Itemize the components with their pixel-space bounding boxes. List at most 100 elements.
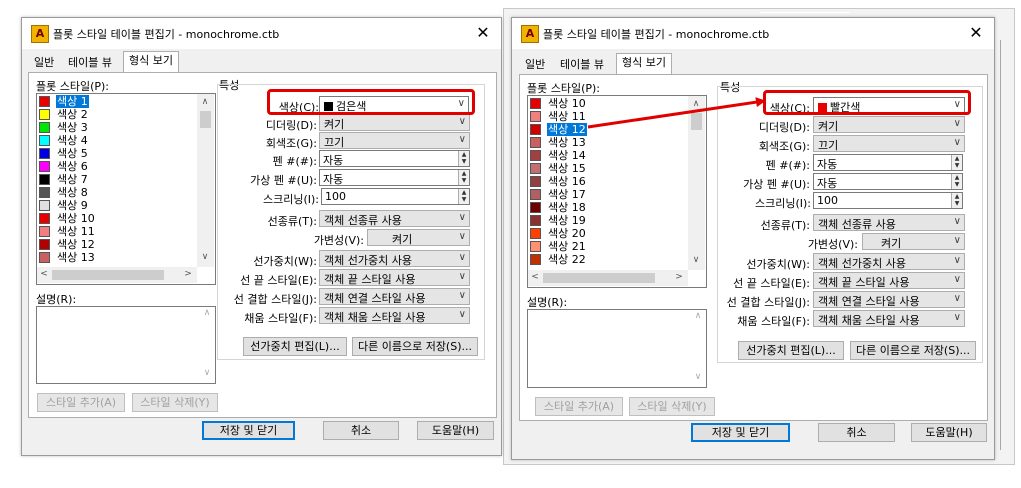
virtual-pen-spinner[interactable]: 자동 ▲ ▼	[813, 173, 963, 190]
horizontal-scrollbar[interactable]: < >	[37, 267, 197, 283]
join-style-select[interactable]: 객체 연결 스타일 사용 ∨	[813, 291, 965, 308]
delete-style-button[interactable]: 스타일 삭제(Y)	[132, 393, 218, 412]
dither-select[interactable]: 켜기 ∨	[813, 116, 965, 133]
tab-form-view[interactable]: 형식 보기	[616, 53, 672, 75]
horizontal-scrollbar[interactable]: < >	[528, 270, 688, 286]
add-style-button[interactable]: 스타일 추가(A)	[535, 397, 623, 416]
list-item-label: 색상 12	[547, 123, 587, 136]
pen-number-spinner[interactable]: 자동 ▲ ▼	[813, 154, 963, 171]
save-as-button[interactable]: 다른 이름으로 저장(S)...	[850, 341, 976, 360]
join-style-select[interactable]: 객체 연결 스타일 사용 ∨	[319, 288, 470, 305]
scroll-thumb[interactable]	[691, 113, 702, 130]
join-style-value: 객체 연결 스타일 사용	[324, 292, 426, 305]
cancel-button[interactable]: 취소	[323, 421, 399, 440]
lineweight-select[interactable]: 객체 선가중치 사용 ∨	[319, 250, 470, 267]
color-swatch	[39, 96, 50, 107]
list-item-label: 색상 4	[57, 134, 88, 147]
close-button[interactable]: ✕	[473, 23, 493, 43]
help-button[interactable]: 도움말(H)	[417, 421, 494, 440]
spinner-arrows-icon[interactable]: ▲ ▼	[951, 155, 962, 170]
tab-general[interactable]: 일반	[29, 54, 59, 72]
color-swatch	[39, 213, 50, 224]
help-button[interactable]: 도움말(H)	[911, 423, 987, 442]
linetype-select[interactable]: 객체 선종류 사용 ∨	[319, 210, 470, 227]
vertical-scrollbar[interactable]: ∧ ∨	[197, 94, 214, 267]
list-item-label: 색상 6	[57, 160, 88, 173]
list-item-label: 색상 8	[57, 186, 88, 199]
list-item-label: 색상 10	[548, 97, 586, 110]
plot-styles-list[interactable]: 색상 1 색상 2 색상 3 색상 4 색상 5 색상 6 색상 7 색상 8 색상 9 색상 1…	[36, 93, 216, 285]
scroll-down-arrow[interactable]: ∨	[689, 255, 703, 265]
dither-select[interactable]: 켜기 ∨	[319, 114, 470, 131]
description-textbox[interactable]: ∧ ∨	[36, 306, 216, 384]
edit-lineweights-button[interactable]: 선가중치 편집(L)...	[243, 337, 347, 356]
adaptive-select[interactable]: 켜기 ∨	[367, 229, 470, 246]
lineweight-select[interactable]: 객체 선가중치 사용 ∨	[813, 253, 965, 270]
plot-styles-label: 플롯 스타일(P):	[527, 82, 601, 95]
color-swatch	[39, 226, 50, 237]
add-style-button[interactable]: 스타일 추가(A)	[37, 393, 125, 412]
spinner-arrows-icon[interactable]: ▲ ▼	[458, 170, 469, 185]
delete-style-button[interactable]: 스타일 삭제(Y)	[629, 397, 715, 416]
spinner-arrows-icon[interactable]: ▲ ▼	[458, 151, 469, 166]
chevron-down-icon: ∨	[458, 231, 466, 242]
color-highlight-box	[267, 89, 475, 115]
autocad-app-icon: A	[31, 25, 49, 43]
grayscale-select[interactable]: 끄기 ∨	[319, 132, 470, 149]
scroll-right-arrow[interactable]: >	[672, 272, 686, 282]
linetype-select[interactable]: 객체 선종류 사용 ∨	[813, 214, 965, 231]
screening-spinner[interactable]: 100 ▲ ▼	[813, 192, 963, 209]
save-as-button[interactable]: 다른 이름으로 저장(S)...	[352, 337, 478, 356]
right-dialog: A 플롯 스타일 테이블 편집기 - monochrome.ctb ✕ 일반 테…	[511, 17, 995, 460]
edit-lineweights-button[interactable]: 선가중치 편집(L)...	[738, 341, 844, 360]
fill-style-select[interactable]: 객체 채움 스타일 사용 ∨	[813, 310, 965, 327]
end-style-select[interactable]: 객체 끝 스타일 사용 ∨	[319, 269, 470, 286]
scroll-thumb-h[interactable]	[543, 273, 655, 283]
color-swatch	[39, 187, 50, 198]
scroll-thumb[interactable]	[200, 111, 211, 128]
description-textbox[interactable]: ∧ ∨	[527, 309, 707, 388]
lineweight-label: 선가중치(W):	[253, 255, 317, 268]
scroll-left-arrow[interactable]: <	[37, 269, 51, 279]
chevron-down-icon: ∨	[953, 137, 961, 148]
background-edge	[1000, 40, 1001, 450]
vertical-scrollbar[interactable]: ∧ ∨	[688, 96, 705, 270]
chevron-down-icon: ∨	[953, 216, 961, 227]
join-style-label: 선 결합 스타일(J):	[726, 296, 810, 309]
lineweight-label: 선가중치(W):	[746, 258, 810, 271]
tab-form-view[interactable]: 형식 보기	[123, 51, 179, 73]
cancel-button[interactable]: 취소	[818, 423, 895, 442]
save-and-close-button[interactable]: 저장 및 닫기	[691, 423, 790, 442]
plot-styles-list[interactable]: 색상 10 색상 11 색상 12 색상 13 색상 14 색상 15 색상 16 색상 17…	[527, 95, 707, 288]
scroll-down-arrow[interactable]: ∨	[198, 252, 212, 262]
chevron-down-icon: ∨	[458, 134, 466, 145]
chevron-down-icon: ∨	[953, 235, 961, 246]
list-item-label: 색상 21	[548, 240, 586, 253]
scroll-up-arrow[interactable]: ∧	[689, 99, 703, 109]
pen-number-spinner[interactable]: 자동 ▲ ▼	[319, 150, 470, 167]
color-swatch	[39, 148, 50, 159]
scroll-left-arrow[interactable]: <	[528, 272, 542, 282]
tab-table-view[interactable]: 테이블 뷰	[63, 54, 117, 72]
screening-spinner[interactable]: 100 ▲ ▼	[321, 188, 470, 205]
color-swatch	[39, 252, 50, 263]
virtual-pen-spinner[interactable]: 자동 ▲ ▼	[319, 169, 470, 186]
scroll-up-arrow[interactable]: ∧	[198, 97, 212, 107]
fill-style-select[interactable]: 객체 채움 스타일 사용 ∨	[319, 307, 470, 324]
tab-general[interactable]: 일반	[520, 56, 550, 74]
tab-table-view[interactable]: 테이블 뷰	[555, 56, 609, 74]
spinner-arrows-icon[interactable]: ▲ ▼	[458, 189, 469, 204]
pen-number-value: 자동	[323, 154, 344, 167]
scroll-down-arrow: ∨	[694, 372, 702, 382]
adaptive-select[interactable]: 켜기 ∨	[862, 233, 965, 250]
spinner-arrows-icon[interactable]: ▲ ▼	[951, 174, 962, 189]
spinner-arrows-icon[interactable]: ▲ ▼	[951, 193, 962, 208]
save-and-close-button[interactable]: 저장 및 닫기	[202, 421, 295, 440]
grayscale-select[interactable]: 끄기 ∨	[813, 135, 965, 152]
close-button[interactable]: ✕	[966, 23, 986, 43]
end-style-select[interactable]: 객체 끝 스타일 사용 ∨	[813, 272, 965, 289]
scroll-right-arrow[interactable]: >	[181, 269, 195, 279]
pen-number-value: 자동	[817, 158, 838, 171]
color-swatch	[39, 135, 50, 146]
scroll-thumb-h[interactable]	[52, 270, 164, 280]
